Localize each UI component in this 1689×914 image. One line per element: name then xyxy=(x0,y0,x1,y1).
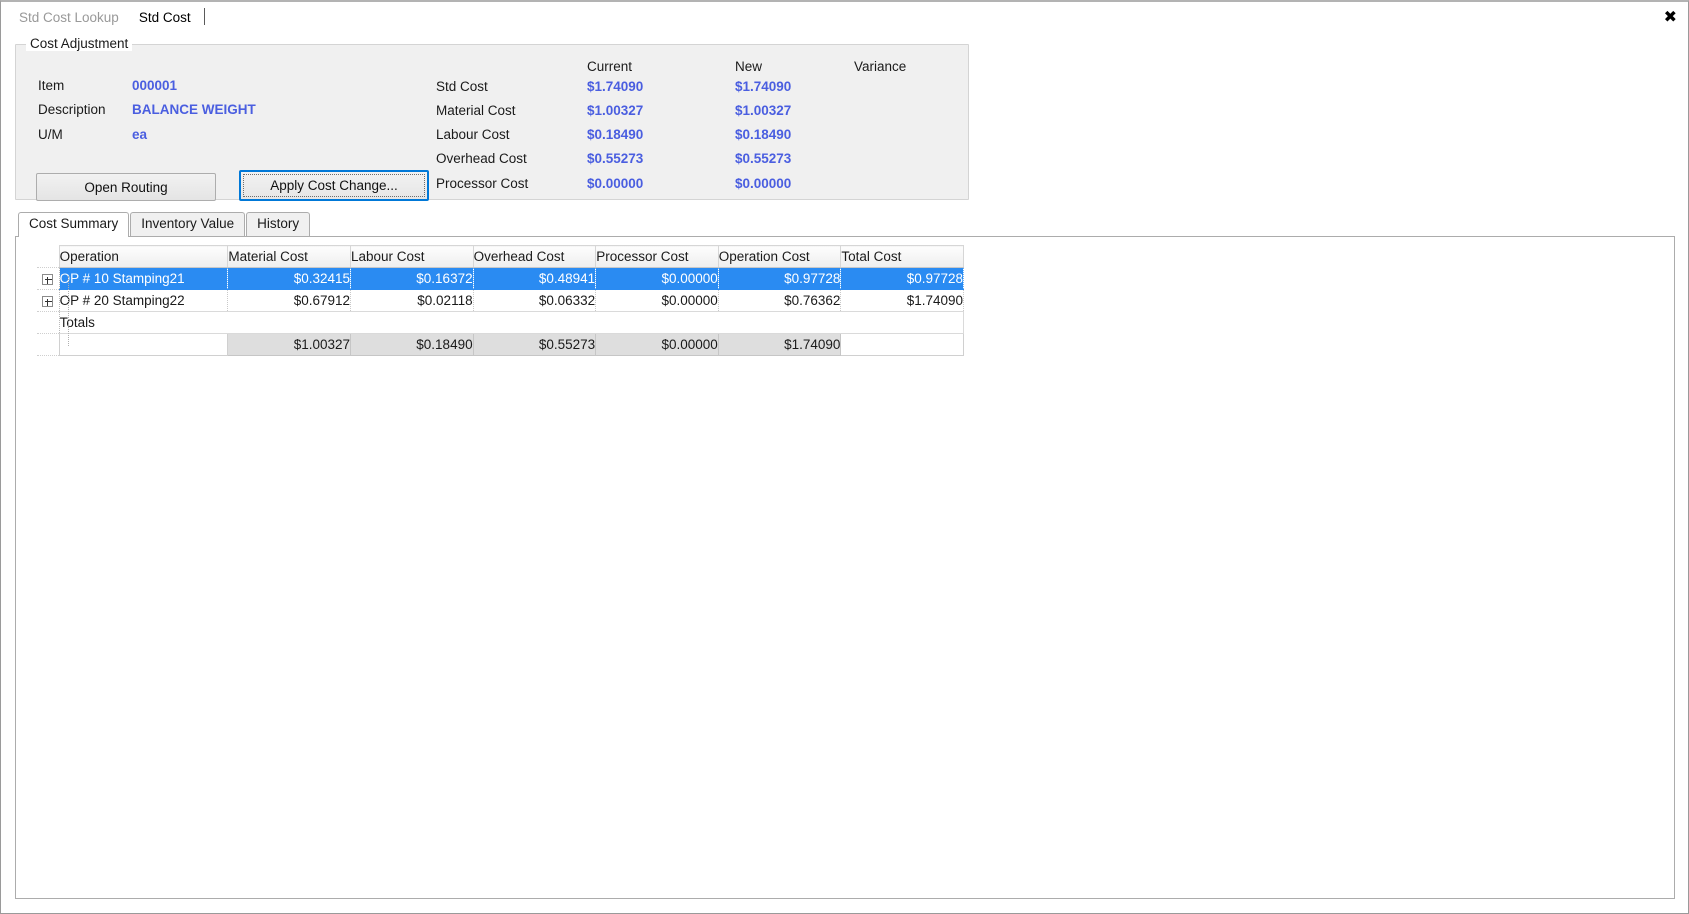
cell-material-cost[interactable]: $0.32415 xyxy=(227,267,351,290)
processor-cost-current: $0.00000 xyxy=(587,176,644,191)
column-header-operation-cost[interactable]: Operation Cost xyxy=(718,245,842,268)
grid-header-row: Operation Material Cost Labour Cost Over… xyxy=(37,245,964,268)
tab-std-cost-lookup[interactable]: Std Cost Lookup xyxy=(9,6,129,32)
column-header-current: Current xyxy=(587,59,633,74)
cost-summary-grid[interactable]: Operation Material Cost Labour Cost Over… xyxy=(37,245,965,356)
processor-cost-label: Processor Cost xyxy=(436,176,529,191)
totals-operation-cell xyxy=(58,333,229,356)
cost-adjustment-legend: Cost Adjustment xyxy=(26,36,133,51)
std-cost-current: $1.74090 xyxy=(587,79,644,94)
overhead-cost-current: $0.55273 xyxy=(587,151,644,166)
column-header-overhead-cost[interactable]: Overhead Cost xyxy=(473,245,597,268)
item-value: 000001 xyxy=(132,78,178,93)
labour-cost-new: $0.18490 xyxy=(735,127,792,142)
column-header-operation[interactable]: Operation xyxy=(58,245,229,268)
row-expander-cell[interactable] xyxy=(37,267,60,290)
cell-total-cost[interactable]: $1.74090 xyxy=(840,289,964,312)
tab-history[interactable]: History xyxy=(246,212,311,236)
material-cost-current: $1.00327 xyxy=(587,103,644,118)
cell-processor-cost[interactable]: $0.00000 xyxy=(595,267,719,290)
grid-row-header-guide xyxy=(68,276,69,346)
um-label: U/M xyxy=(38,127,63,142)
cell-operation-cost[interactable]: $0.76362 xyxy=(718,289,842,312)
overhead-cost-new: $0.55273 xyxy=(735,151,792,166)
item-label: Item xyxy=(38,78,65,93)
cell-processor-cost[interactable]: $0.00000 xyxy=(595,289,719,312)
grid-corner-cell xyxy=(37,245,60,268)
totals-operation-cost: $1.74090 xyxy=(718,333,842,356)
totals-material-cost: $1.00327 xyxy=(227,333,351,356)
cell-operation-cost[interactable]: $0.97728 xyxy=(718,267,842,290)
lower-tab-control: Cost Summary Inventory Value History Ope… xyxy=(15,212,1675,899)
tab-std-cost[interactable]: Std Cost xyxy=(129,6,201,32)
totals-labour-cost: $0.18490 xyxy=(350,333,474,356)
totals-indicator-cell xyxy=(37,311,60,334)
std-cost-new: $1.74090 xyxy=(735,79,792,94)
description-value: BALANCE WEIGHT xyxy=(132,102,256,117)
cell-operation[interactable]: OP # 10 Stamping21 xyxy=(59,267,229,290)
column-header-processor-cost[interactable]: Processor Cost xyxy=(595,245,719,268)
cell-operation[interactable]: OP # 20 Stamping22 xyxy=(59,289,229,312)
totals-processor-cost: $0.00000 xyxy=(595,333,719,356)
totals-label: Totals xyxy=(59,311,965,334)
open-routing-button-label: Open Routing xyxy=(84,179,168,195)
column-header-total-cost[interactable]: Total Cost xyxy=(840,245,964,268)
tab-inventory-value[interactable]: Inventory Value xyxy=(130,212,246,236)
close-icon[interactable]: ✖ xyxy=(1664,9,1677,25)
tab-inventory-value-label: Inventory Value xyxy=(141,216,235,231)
labour-cost-label: Labour Cost xyxy=(436,127,510,142)
labour-cost-current: $0.18490 xyxy=(587,127,644,142)
um-value: ea xyxy=(132,127,148,142)
column-header-new: New xyxy=(735,59,763,74)
row-expander-cell[interactable] xyxy=(37,289,60,312)
description-label: Description xyxy=(38,102,106,117)
application-window: Std Cost Lookup Std Cost ✖ Cost Adjustme… xyxy=(0,0,1689,914)
table-row[interactable]: OP # 20 Stamping22 $0.67912 $0.02118 $0.… xyxy=(37,289,964,312)
top-tab-strip: Std Cost Lookup Std Cost ✖ xyxy=(1,2,1688,33)
totals-overhead-cost: $0.55273 xyxy=(473,333,597,356)
open-routing-button[interactable]: Open Routing xyxy=(36,173,216,201)
tab-strip-caret xyxy=(203,8,205,25)
tab-history-label: History xyxy=(257,216,300,231)
totals-total-cost xyxy=(840,333,964,356)
cell-labour-cost[interactable]: $0.02118 xyxy=(350,289,474,312)
table-row[interactable]: OP # 10 Stamping21 $0.32415 $0.16372 $0.… xyxy=(37,267,964,290)
plus-icon[interactable] xyxy=(42,273,54,285)
tab-std-cost-lookup-label: Std Cost Lookup xyxy=(19,10,119,25)
std-cost-label: Std Cost xyxy=(436,79,488,94)
cell-material-cost[interactable]: $0.67912 xyxy=(227,289,351,312)
cell-overhead-cost[interactable]: $0.06332 xyxy=(473,289,597,312)
totals-values-indicator-cell xyxy=(37,333,60,356)
apply-cost-change-button-label: Apply Cost Change... xyxy=(270,178,398,193)
tab-cost-summary[interactable]: Cost Summary xyxy=(18,212,130,237)
material-cost-new: $1.00327 xyxy=(735,103,792,118)
cost-adjustment-group: Cost Adjustment Item 000001 Description … xyxy=(15,36,969,201)
plus-icon[interactable] xyxy=(42,295,54,307)
material-cost-label: Material Cost xyxy=(436,103,516,118)
cell-labour-cost[interactable]: $0.16372 xyxy=(350,267,474,290)
apply-cost-change-button[interactable]: Apply Cost Change... xyxy=(239,170,429,201)
processor-cost-new: $0.00000 xyxy=(735,176,792,191)
overhead-cost-label: Overhead Cost xyxy=(436,151,527,166)
cell-total-cost[interactable]: $0.97728 xyxy=(840,267,964,290)
totals-caption-row: Totals xyxy=(37,311,965,334)
apply-cost-change-focus-ring: Apply Cost Change... xyxy=(243,174,425,197)
cell-overhead-cost[interactable]: $0.48941 xyxy=(473,267,597,290)
tab-std-cost-label: Std Cost xyxy=(138,10,191,25)
column-header-labour-cost[interactable]: Labour Cost xyxy=(350,245,474,268)
cost-summary-tab-page: Operation Material Cost Labour Cost Over… xyxy=(15,237,1675,899)
column-header-variance: Variance xyxy=(854,59,907,74)
lower-tab-strip: Cost Summary Inventory Value History xyxy=(15,212,1675,237)
totals-values-row: $1.00327 $0.18490 $0.55273 $0.00000 $1.7… xyxy=(37,333,964,356)
column-header-material-cost[interactable]: Material Cost xyxy=(227,245,351,268)
tab-cost-summary-label: Cost Summary xyxy=(29,216,119,231)
